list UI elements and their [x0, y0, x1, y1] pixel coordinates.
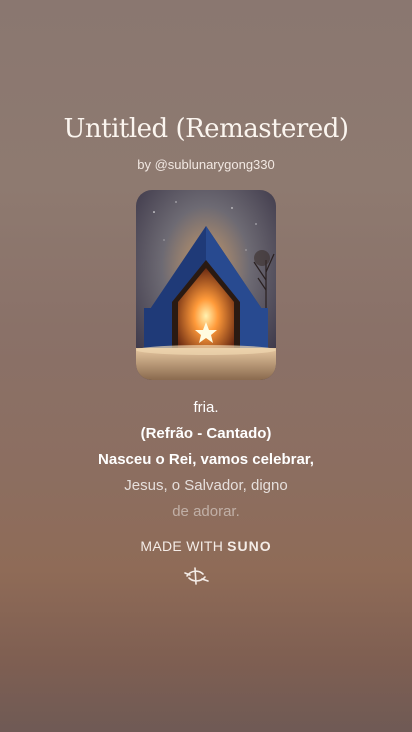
lyric-line: de adorar.	[172, 503, 240, 520]
made-with-suno-link[interactable]: MADE WITH SUNO	[0, 538, 412, 554]
lyric-line: (Refrão - Cantado)	[140, 425, 272, 442]
lyrics-panel: fria. (Refrão - Cantado) Nasceu o Rei, v…	[0, 398, 412, 528]
suno-logo-icon[interactable]	[181, 564, 211, 588]
song-title: Untitled (Remastered)	[63, 114, 349, 144]
artist-byline[interactable]: by @sublunarygong330	[0, 157, 412, 172]
made-with-label: MADE WITH	[140, 538, 224, 554]
lyric-line: fria.	[193, 399, 219, 416]
cover-art[interactable]	[136, 190, 276, 380]
lyric-line: Jesus, o Salvador, digno	[124, 477, 288, 494]
lyric-line-current: Nasceu o Rei, vamos celebrar,	[98, 451, 314, 468]
suno-brand: SUNO	[227, 538, 272, 554]
